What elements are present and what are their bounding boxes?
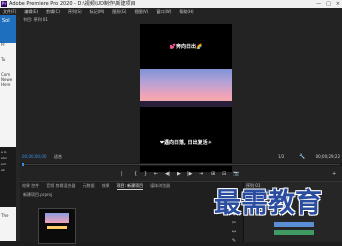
premiere-logo-icon: Pr: [1, 1, 7, 7]
monitor-tab-label: 节目: 序列 01: [23, 17, 48, 22]
step-back-icon[interactable]: ◀|: [165, 171, 171, 177]
side-browser-panel: Sol Pr Tu Com Newe Here a lo stor scri a…: [0, 15, 16, 241]
transport-controls: | { } ⇤ ◀| ▶ |▶ ⇥ ⊞ ⊟ 📷 +: [20, 170, 342, 180]
overwrite-icon[interactable]: ⊟: [222, 171, 226, 177]
watermark-text: 最需教育: [214, 188, 322, 219]
browser-dark-card: a lo stor scri all: [0, 147, 16, 207]
window-controls: — □ ×: [316, 1, 340, 7]
thumbnail-caption-bar: [47, 226, 67, 229]
scrub-bar[interactable]: [20, 163, 342, 166]
menu-sequence[interactable]: 序列(S): [68, 8, 82, 15]
go-to-out-icon[interactable]: ⇥: [199, 171, 203, 177]
tab-metadata[interactable]: 元数据: [83, 182, 95, 190]
maximize-button[interactable]: □: [326, 1, 331, 7]
wrench-icon[interactable]: 🔧: [299, 154, 305, 160]
project-filename: 新建项目.prproj: [23, 192, 53, 197]
monitor-info-bar: 00;00;00;00 适合 1/2 🔧 00;00;29;22: [20, 153, 342, 163]
title-bar: Pr Adobe Premiere Pro 2020 - D:\视频\UD制作\…: [0, 0, 342, 8]
pen-tool-icon[interactable]: ✎: [227, 237, 241, 246]
browser-text: Here: [1, 82, 11, 87]
card-text: all: [1, 168, 5, 172]
tab-media-browser[interactable]: 媒体浏览器: [150, 182, 170, 190]
menu-edit[interactable]: 编辑(E): [24, 8, 38, 15]
menu-marker[interactable]: 标记(M): [90, 8, 105, 15]
browser-text: Tu: [1, 57, 6, 62]
menu-bar: 文件(F) 编辑(E) 剪辑(C) 序列(S) 标记(M) 图形(G) 视图(V…: [0, 8, 342, 15]
playhead-marker[interactable]: [22, 163, 24, 166]
card-text: scri: [1, 162, 7, 166]
go-to-in-icon[interactable]: ⇤: [154, 171, 158, 177]
playhead-timecode[interactable]: 00;00;00;00: [22, 153, 46, 160]
card-text: a lo: [1, 150, 7, 154]
playback-resolution-select[interactable]: 1/2: [278, 154, 284, 160]
add-button-icon[interactable]: +: [332, 171, 336, 177]
minimize-button[interactable]: —: [316, 1, 321, 7]
close-button[interactable]: ×: [336, 1, 340, 7]
menu-file[interactable]: 文件(F): [3, 8, 16, 15]
slip-tool-icon[interactable]: ↔: [227, 228, 241, 237]
timeline-audio-clip[interactable]: [274, 230, 314, 235]
treeline-image: [140, 101, 232, 107]
play-icon[interactable]: ▶: [177, 171, 181, 177]
browser-banner[interactable]: Sol: [0, 15, 16, 43]
caption-bottom: ❤遇向日落, 日出复活☀: [159, 140, 213, 146]
duration-timecode: 00;00;29;22: [315, 154, 340, 159]
window-title: Adobe Premiere Pro 2020 - D:\视频\UD制作\新建项…: [9, 1, 136, 7]
browser-text: Pr: [1, 42, 5, 47]
step-forward-icon[interactable]: |▶: [187, 171, 193, 177]
timeline-clip[interactable]: [274, 222, 314, 227]
panel-tabs: 效果 控件 音频 剪辑混合器 元数据 效果 项目: 新建项目 媒体浏览器: [20, 182, 170, 190]
scrub-track: [22, 164, 340, 165]
monitor-tab[interactable]: 节目: 序列 01: [23, 16, 48, 24]
menu-window[interactable]: 窗口(W): [156, 8, 171, 15]
mark-in-icon[interactable]: {: [134, 171, 137, 177]
caption-top: 💕奔向日出🌈: [169, 44, 203, 50]
clip-thumbnail[interactable]: [38, 208, 76, 244]
tab-effects[interactable]: 效果: [102, 182, 110, 190]
zoom-fit-select[interactable]: 适合: [54, 154, 62, 160]
menu-view[interactable]: 视图(V): [134, 8, 148, 15]
card-text: stor: [1, 156, 7, 160]
menu-clip[interactable]: 剪辑(C): [46, 8, 60, 15]
razor-tool-icon[interactable]: ✂: [227, 219, 241, 228]
mark-out-icon[interactable]: }: [144, 171, 147, 177]
program-monitor: 节目: 序列 01 💕奔向日出🌈 ❤遇向日落, 日出复活☀ 00;00;00;0…: [20, 15, 342, 181]
marker-icon[interactable]: |: [121, 171, 123, 177]
tab-audio-mixer[interactable]: 音频 剪辑混合器: [46, 182, 75, 190]
tab-effect-controls[interactable]: 效果 控件: [22, 182, 39, 190]
browser-text: The: [1, 213, 9, 218]
thumbnail-sky-image: [45, 213, 69, 223]
banner-text: Sol: [2, 18, 10, 24]
video-preview[interactable]: 💕奔向日出🌈 ❤遇向日落, 日出复活☀: [140, 24, 232, 172]
menu-graphics[interactable]: 图形(G): [112, 8, 126, 15]
camera-icon[interactable]: 📷: [233, 171, 239, 177]
menu-help[interactable]: 帮助(H): [179, 8, 193, 15]
tab-project[interactable]: 项目: 新建项目: [116, 182, 144, 190]
insert-icon[interactable]: ⊞: [211, 171, 215, 177]
